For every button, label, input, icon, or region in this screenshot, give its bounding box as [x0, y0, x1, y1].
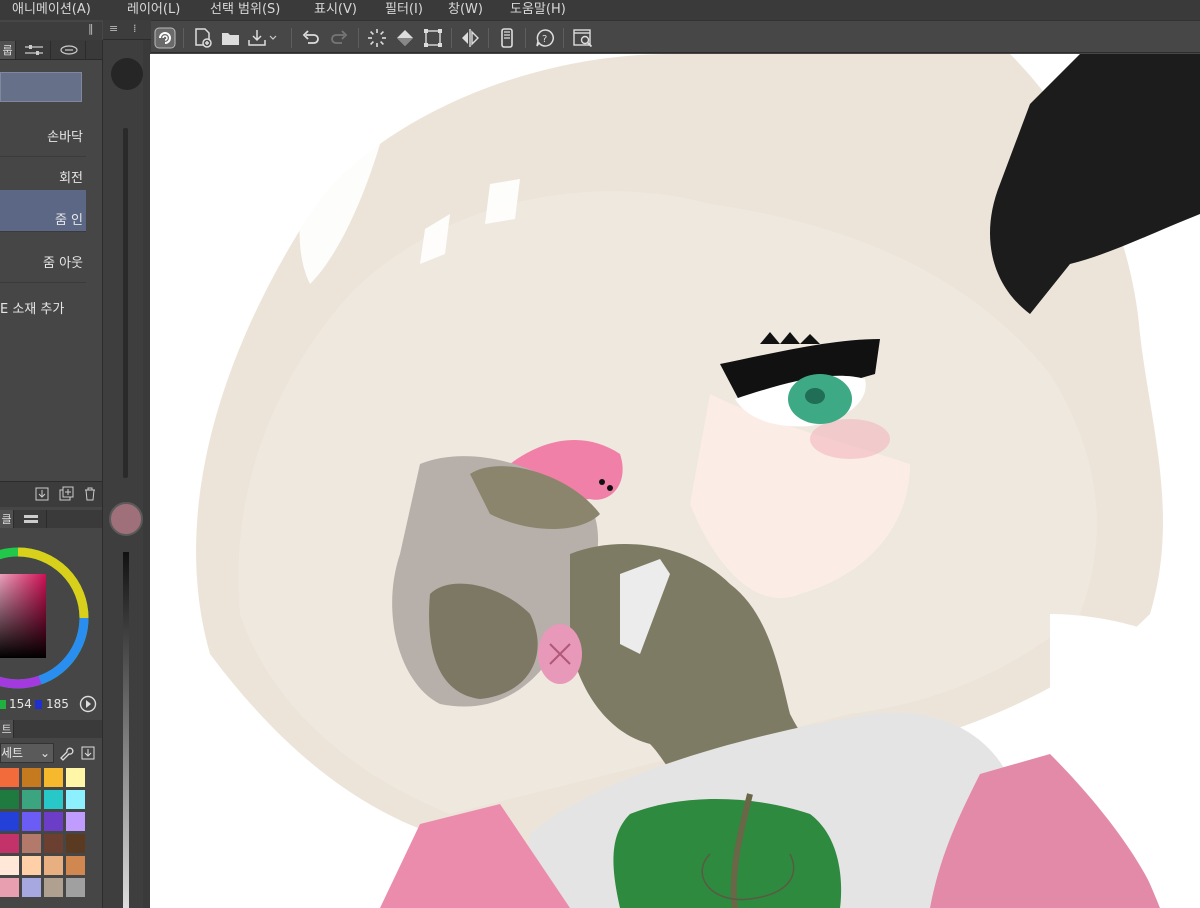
- redo-icon[interactable]: [326, 25, 352, 51]
- svg-text:?: ?: [542, 34, 547, 45]
- loading-spinner-icon[interactable]: [364, 25, 390, 51]
- color-swatch[interactable]: [0, 768, 19, 787]
- color-swatch[interactable]: [0, 812, 19, 831]
- help-icon[interactable]: ?: [532, 25, 558, 51]
- menu-selection[interactable]: 선택 범위(S): [210, 0, 280, 20]
- menu-view[interactable]: 표시(V): [314, 0, 357, 20]
- toolbar-divider: [488, 28, 489, 48]
- color-swatch[interactable]: [22, 790, 41, 809]
- panel-header: ‖: [0, 22, 102, 40]
- toolbar-divider: [358, 28, 359, 48]
- panel-tabs: 룹: [0, 40, 102, 60]
- color-swatch[interactable]: [66, 812, 85, 831]
- wrench-icon[interactable]: [58, 745, 74, 765]
- smartphone-icon[interactable]: [494, 25, 520, 51]
- toolbar-divider: [291, 28, 292, 48]
- play-circle-icon[interactable]: [79, 695, 97, 716]
- green-chip: [0, 700, 6, 709]
- color-swatch[interactable]: [66, 768, 85, 787]
- color-swatch[interactable]: [66, 878, 85, 897]
- color-swatch[interactable]: [22, 878, 41, 897]
- toolbar-divider: [525, 28, 526, 48]
- artwork-illustration: [196, 54, 1200, 908]
- tab-tool-group[interactable]: 룹: [0, 41, 16, 59]
- menu-layer[interactable]: 레이어(L): [127, 0, 180, 20]
- app-logo-icon[interactable]: [152, 25, 178, 51]
- tab-tool-settings-icon[interactable]: [17, 41, 51, 59]
- green-value: 154: [9, 697, 32, 711]
- download-icon[interactable]: [34, 486, 50, 506]
- flip-horizontal-icon[interactable]: [457, 25, 483, 51]
- menu-filter[interactable]: 필터(I): [385, 0, 423, 20]
- brush-size-preview[interactable]: [111, 58, 143, 90]
- menu-lines-icon[interactable]: ≡: [109, 22, 118, 35]
- menu-window[interactable]: 창(W): [448, 0, 483, 20]
- color-wheel[interactable]: [0, 530, 102, 720]
- color-swatch[interactable]: [66, 834, 85, 853]
- tab-color-slider-icon[interactable]: [15, 510, 47, 528]
- color-swatch[interactable]: [44, 768, 63, 787]
- command-bar: ?: [150, 20, 1200, 53]
- color-swatch[interactable]: [0, 834, 19, 853]
- fill-icon[interactable]: [392, 25, 418, 51]
- tab-brush-icon[interactable]: [52, 41, 86, 59]
- sub-tool-footer: [0, 481, 102, 507]
- blue-value: 185: [46, 697, 69, 711]
- tool-preview: [0, 72, 82, 102]
- menu-animation[interactable]: 애니메이션(A): [12, 0, 91, 20]
- color-swatch[interactable]: [22, 812, 41, 831]
- color-swatch[interactable]: [22, 768, 41, 787]
- color-set-dropdown[interactable]: 세트 ⌄: [0, 743, 54, 763]
- open-folder-icon[interactable]: [218, 25, 244, 51]
- brush-settings-icon[interactable]: ⁞: [133, 22, 137, 35]
- toolbar-divider: [183, 28, 184, 48]
- color-swatch-grid: [0, 768, 88, 898]
- brush-col-header: ≡ ⁞: [103, 20, 151, 40]
- color-swatch[interactable]: [0, 790, 19, 809]
- opacity-slider[interactable]: [123, 552, 129, 908]
- color-swatch[interactable]: [66, 790, 85, 809]
- drawing-canvas[interactable]: [150, 54, 1200, 908]
- color-swatch[interactable]: [66, 856, 85, 875]
- tab-color-wheel[interactable]: 클: [0, 510, 14, 528]
- clip-studio-window: 애니메이션(A) 레이어(L) 선택 범위(S) 표시(V) 필터(I) 창(W…: [0, 0, 1200, 908]
- brush-size-slider[interactable]: [123, 128, 128, 478]
- panel-grip-icon[interactable]: ‖: [88, 22, 94, 35]
- chevron-down-icon: ⌄: [39, 746, 50, 760]
- sub-tool-zoom-in[interactable]: 줌 인: [0, 190, 86, 232]
- color-swatch[interactable]: [22, 856, 41, 875]
- trash-icon[interactable]: [82, 486, 98, 506]
- transform-icon[interactable]: [420, 25, 446, 51]
- sub-tool-zoom-out[interactable]: 줌 아웃: [0, 245, 86, 283]
- color-swatch[interactable]: [0, 878, 19, 897]
- tab-color-set[interactable]: 트: [0, 720, 14, 738]
- palette-tabs: 트: [0, 720, 102, 738]
- color-swatch[interactable]: [22, 834, 41, 853]
- color-values: 154 185: [0, 695, 102, 715]
- search-window-icon[interactable]: [570, 25, 596, 51]
- color-swatch[interactable]: [44, 834, 63, 853]
- brush-size-column: ≡ ⁞: [102, 20, 151, 908]
- color-swatch[interactable]: [0, 856, 19, 875]
- blue-chip: [35, 700, 42, 709]
- add-material-button[interactable]: E 소재 추가: [0, 298, 64, 317]
- duplicate-icon[interactable]: [58, 486, 74, 506]
- import-icon[interactable]: [80, 745, 96, 765]
- undo-icon[interactable]: [298, 25, 324, 51]
- current-color-indicator[interactable]: [109, 502, 143, 536]
- tool-property-panel: ‖ 룹 손바닥 회전 줌 인 줌 아웃 E 소재 추가 클 154 185 트 …: [0, 20, 102, 908]
- menu-bar: 애니메이션(A) 레이어(L) 선택 범위(S) 표시(V) 필터(I) 창(W…: [0, 0, 1200, 20]
- color-swatch[interactable]: [44, 812, 63, 831]
- toolbar-divider: [451, 28, 452, 48]
- menu-help[interactable]: 도움말(H): [510, 0, 566, 20]
- toolbar-divider: [563, 28, 564, 48]
- color-swatch[interactable]: [44, 856, 63, 875]
- new-file-icon[interactable]: [190, 25, 216, 51]
- save-dropdown-icon[interactable]: [266, 25, 280, 51]
- color-swatch[interactable]: [44, 878, 63, 897]
- color-panel-tabs: 클: [0, 510, 102, 528]
- color-swatch[interactable]: [44, 790, 63, 809]
- sub-tool-hand[interactable]: 손바닥: [0, 119, 86, 157]
